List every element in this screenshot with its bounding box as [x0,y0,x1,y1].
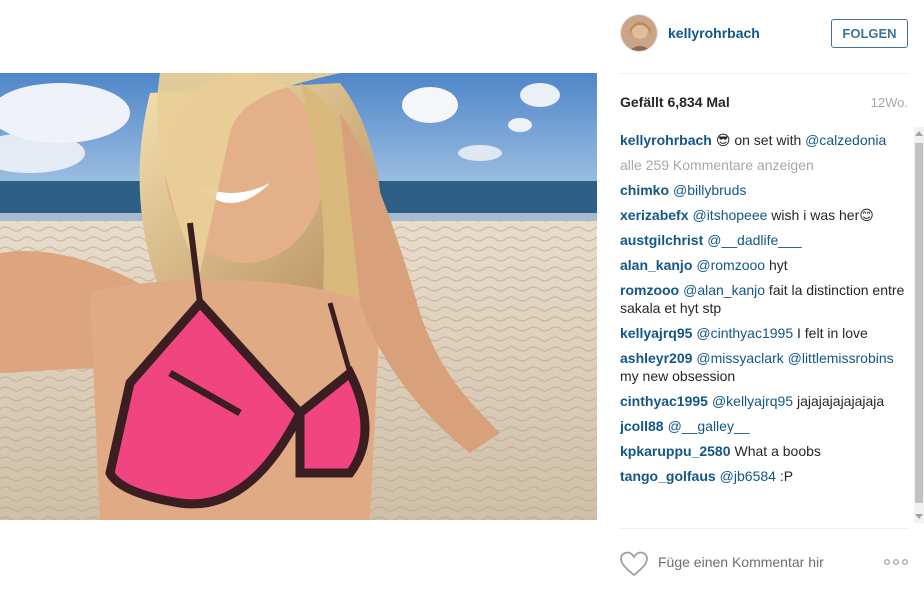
comment-username[interactable]: ashleyr209 [620,350,692,366]
comment-item: cinthyac1995 @kellyajrq95 jajajajajajajaj… [620,392,910,410]
comment-text: wish i was her😊 [767,207,874,223]
comment-mention[interactable]: @itshopeee [692,207,767,223]
post-photo-image [0,73,597,520]
comment-mention[interactable]: @jb6584 [720,468,776,484]
more-options-icon[interactable] [884,559,908,565]
comment-input[interactable] [658,551,858,573]
comment-item: kellyajrq95 @cinthyac1995 I felt in love [620,324,910,342]
comment-username[interactable]: cinthyac1995 [620,393,708,409]
comment-username[interactable]: alan_kanjo [620,257,692,273]
comment-item: tango_golfaus @jb6584 :P [620,467,910,485]
author-username[interactable]: kellyrohrbach [668,25,760,41]
comment-item: austgilchrist @__dadlife___ [620,231,910,249]
comment-text: What a boobs [734,443,821,459]
comment-mention[interactable]: @alan_kanjo [683,282,765,298]
scroll-up-arrow-icon[interactable] [915,131,923,136]
comment-text: my new obsession [620,368,736,384]
comment-item: jcoll88 @__galley__ [620,417,910,435]
comment-text: jajajajajajajaja [793,393,885,409]
post-age[interactable]: 12Wo. [871,95,908,110]
comment-username[interactable]: jcoll88 [620,418,664,434]
header-divider [620,73,908,74]
comment-username[interactable]: kellyajrq95 [620,325,692,341]
comment-item: romzooo @alan_kanjo fait la distinction e… [620,281,910,317]
comment-mention[interactable]: @billybruds [673,182,746,198]
heart-icon[interactable] [620,551,648,577]
comment-mention[interactable]: @missyaclark @littlemissrobins [696,350,893,366]
comment-username[interactable]: xerizabefx [620,207,688,223]
comments-list[interactable]: kellyrohrbach 😎 on set with @calzedonia a… [620,131,910,523]
caption: kellyrohrbach 😎 on set with @calzedonia [620,131,910,149]
comment-item: alan_kanjo @romzooo hyt [620,256,910,274]
comment-mention[interactable]: @__dadlife___ [707,232,801,248]
scroll-down-arrow-icon[interactable] [915,514,923,519]
comment-text: I felt in love [793,325,868,341]
comment-username[interactable]: tango_golfaus [620,468,716,484]
likes-count[interactable]: Gefällt 6,834 Mal [620,94,730,110]
comment-username[interactable]: romzooo [620,282,679,298]
post-photo[interactable] [0,73,597,520]
author-avatar[interactable] [620,14,658,52]
comment-mention[interactable]: @cinthyac1995 [696,325,793,341]
comment-item: kpkaruppu_2580 What a boobs [620,442,910,460]
comment-mention[interactable]: @kellyajrq95 [712,393,793,409]
comment-text: hyt [765,257,788,273]
scroll-thumb[interactable] [915,143,923,503]
caption-mention[interactable]: @calzedonia [805,132,886,148]
comments-scrollbar[interactable] [914,127,924,523]
avatar-image [621,15,657,51]
footer-divider [620,528,908,529]
comment-text: :P [775,468,794,484]
post-header: kellyrohrbach FOLGEN [620,14,908,54]
view-all-comments-link[interactable]: alle 259 Kommentare anzeigen [620,156,910,174]
comment-mention[interactable]: @__galley__ [668,418,750,434]
post-footer [620,545,910,579]
comment-item: xerizabefx @itshopeee wish i was her😊 [620,206,910,224]
comment-item: chimko @billybruds [620,181,910,199]
follow-button[interactable]: FOLGEN [831,19,908,48]
comment-item: ashleyr209 @missyaclark @littlemissrobins… [620,349,910,385]
caption-text: on set with [730,132,806,148]
comment-username[interactable]: kpkaruppu_2580 [620,443,731,459]
comment-username[interactable]: chimko [620,182,669,198]
comment-username[interactable]: austgilchrist [620,232,703,248]
caption-emoji: 😎 [715,132,731,148]
comment-mention[interactable]: @romzooo [696,257,765,273]
caption-username[interactable]: kellyrohrbach [620,132,712,148]
